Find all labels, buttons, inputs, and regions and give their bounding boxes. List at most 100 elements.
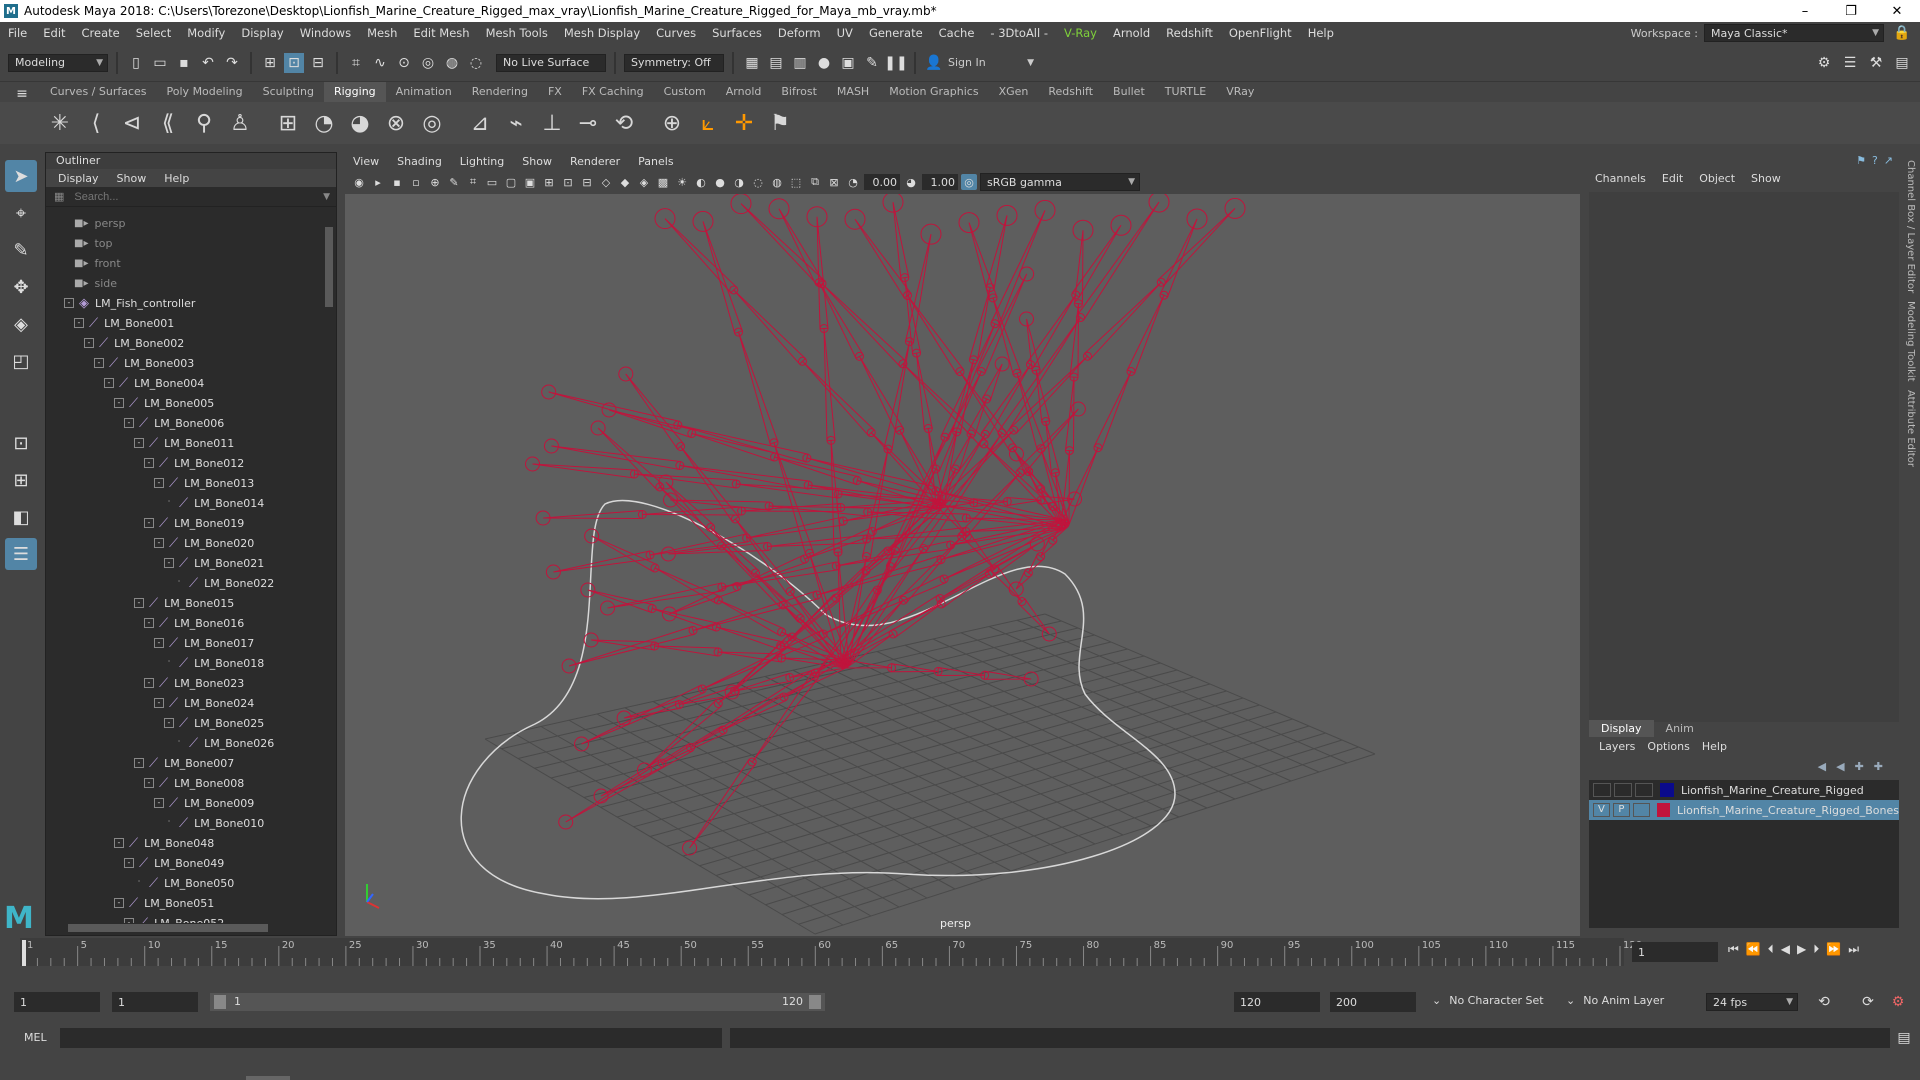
menu-cache[interactable]: Cache [931, 26, 983, 40]
lock-icon[interactable]: 🔒 [1892, 23, 1912, 43]
persp-outliner-layout-icon[interactable]: ◧ [5, 501, 37, 533]
wire-icon[interactable]: ◎ [417, 108, 447, 138]
viewport-panel[interactable]: View Shading Lighting Show Renderer Panels ◉ … [345, 152, 1580, 936]
bone[interactable] [664, 218, 738, 294]
bone[interactable] [890, 663, 939, 673]
expand-toggle[interactable]: - [154, 698, 164, 708]
shelf-tab-xgen[interactable]: XGen [989, 82, 1039, 102]
outliner-menu-show[interactable]: Show [117, 172, 147, 185]
outliner-item[interactable]: - ⟋ LM_Bone001 [46, 313, 324, 333]
search-options-icon[interactable]: ▼ [323, 192, 330, 202]
outliner-item[interactable]: - ⟋ LM_Bone005 [46, 393, 324, 413]
resolution-gate-icon[interactable]: ▢ [503, 174, 519, 190]
channel-box-help-icon[interactable]: ? [1872, 154, 1878, 167]
symmetry-dropdown[interactable]: Symmetry: Off [624, 53, 724, 72]
bone[interactable] [892, 202, 910, 279]
shelf-tab-sculpting[interactable]: Sculpting [253, 82, 324, 102]
expand-toggle[interactable]: - [144, 778, 154, 788]
expand-toggle[interactable]: - [74, 318, 84, 328]
fps-dropdown[interactable]: 24 fps ▼ [1706, 993, 1798, 1011]
auto-key-icon[interactable]: ⟳ [1858, 992, 1878, 1012]
shelf-tab-fx-caching[interactable]: FX Caching [572, 82, 654, 102]
step-forward-frame-icon[interactable]: ⏵ [1813, 942, 1819, 957]
expand-toggle[interactable]: - [114, 898, 124, 908]
redo-icon[interactable]: ↷ [222, 53, 242, 73]
expand-toggle[interactable]: · [164, 818, 174, 828]
save-scene-icon[interactable]: ▪ [174, 53, 194, 73]
bone[interactable] [718, 599, 785, 637]
expand-toggle[interactable]: - [94, 358, 104, 368]
menu-openflight[interactable]: OpenFlight [1221, 26, 1300, 40]
attribute-editor-icon[interactable]: ☰ [1840, 53, 1860, 73]
layer-color-swatch[interactable] [1660, 783, 1674, 797]
side-tab-attribute-editor[interactable]: Attribute Editor [1905, 390, 1916, 467]
field-chart-icon[interactable]: ⊞ [541, 174, 557, 190]
viewport-menu-lighting[interactable]: Lighting [460, 155, 504, 168]
bone[interactable] [937, 666, 985, 676]
render-settings-icon[interactable]: ▥ [790, 53, 810, 73]
point-constraint-icon[interactable]: ⊥ [537, 108, 567, 138]
menu-surfaces[interactable]: Surfaces [704, 26, 770, 40]
outliner-item[interactable]: - ⟋ LM_Bone020 [46, 533, 324, 553]
light-editor-icon[interactable]: ✎ [862, 53, 882, 73]
menu-redshift[interactable]: Redshift [1158, 26, 1221, 40]
go-to-end-icon[interactable]: ⏭ [1848, 942, 1859, 957]
menu-modify[interactable]: Modify [179, 26, 233, 40]
layer-tab-anim[interactable]: Anim [1654, 720, 1706, 737]
humanik-icon[interactable]: ♙ [225, 108, 255, 138]
shelf-menu-icon[interactable]: ≡ [12, 84, 32, 104]
layer-menu-options[interactable]: Options [1647, 740, 1689, 753]
go-to-start-icon[interactable]: ⏮ [1728, 942, 1739, 957]
layer-row[interactable]: Lionfish_Marine_Creature_Rigged [1589, 780, 1899, 800]
bone[interactable] [543, 509, 643, 520]
bone[interactable] [651, 608, 719, 632]
bind-skin-icon[interactable]: ⊞ [273, 108, 303, 138]
layer-menu-help[interactable]: Help [1702, 740, 1727, 753]
step-back-frame-icon[interactable]: ⏴ [1768, 942, 1774, 957]
command-input[interactable] [60, 1028, 722, 1048]
tool-settings-icon[interactable]: ⚒ [1866, 53, 1886, 73]
menu-display[interactable]: Display [233, 26, 291, 40]
lattice-icon[interactable]: ⊗ [381, 108, 411, 138]
workspace-dropdown[interactable]: Maya Classic* ▼ [1704, 24, 1884, 42]
move-tool-icon[interactable]: ✥ [5, 271, 37, 303]
layer-row[interactable]: V P Lionfish_Marine_Creature_Rigged_Bones [1589, 800, 1899, 820]
outliner-horizontal-scrollbar[interactable] [48, 923, 326, 933]
outliner-item[interactable]: · ⟋ LM_Bone026 [46, 733, 324, 753]
outliner-item[interactable]: - ⟋ LM_Bone013 [46, 473, 324, 493]
expand-toggle[interactable]: · [164, 498, 174, 508]
bone[interactable] [591, 535, 658, 573]
bone[interactable] [990, 210, 1046, 327]
bone[interactable] [1040, 448, 1070, 526]
outliner-item[interactable]: - ⟋ LM_Bone021 [46, 553, 324, 573]
channel-box-float-icon[interactable]: ↗ [1884, 154, 1893, 167]
outliner-item[interactable]: - ⟋ LM_Bone052 [46, 913, 324, 923]
viewport-menu-panels[interactable]: Panels [638, 155, 673, 168]
outliner-item[interactable]: ■▸ top [46, 233, 324, 253]
menu-file[interactable]: File [0, 26, 35, 40]
exposure-icon[interactable]: ◔ [845, 174, 861, 190]
minimize-button[interactable]: – [1782, 0, 1828, 22]
outliner-menu-display[interactable]: Display [58, 172, 99, 185]
animation-start-field[interactable]: 1 [14, 992, 100, 1012]
viewport-scene[interactable] [345, 194, 1580, 936]
bone[interactable] [718, 651, 783, 663]
image-plane-icon[interactable]: ▫ [408, 174, 424, 190]
menu-v-ray[interactable]: V-Ray [1056, 26, 1105, 40]
bone[interactable] [677, 424, 809, 463]
expand-toggle[interactable]: - [134, 598, 144, 608]
camera-attributes-icon[interactable]: ▸ [370, 174, 386, 190]
bone[interactable] [736, 483, 840, 499]
bone[interactable] [1083, 281, 1162, 360]
snap-view-icon[interactable]: ◎ [418, 53, 438, 73]
select-object-icon[interactable]: ⊡ [284, 52, 304, 73]
shelf-tab-custom[interactable]: Custom [654, 82, 716, 102]
outliner-item[interactable]: · ⟋ LM_Bone018 [46, 653, 324, 673]
side-tab-channel-box-layer-editor[interactable]: Channel Box / Layer Editor [1905, 160, 1916, 293]
lionfish-bone-rig[interactable] [525, 194, 1246, 856]
wireframe-on-shaded-icon[interactable]: ◈ [636, 174, 652, 190]
viewport-menu-show[interactable]: Show [522, 155, 552, 168]
locator-icon[interactable]: ✛ [729, 108, 759, 138]
bone[interactable] [1015, 569, 1033, 590]
layer-color-swatch[interactable] [1656, 803, 1670, 817]
